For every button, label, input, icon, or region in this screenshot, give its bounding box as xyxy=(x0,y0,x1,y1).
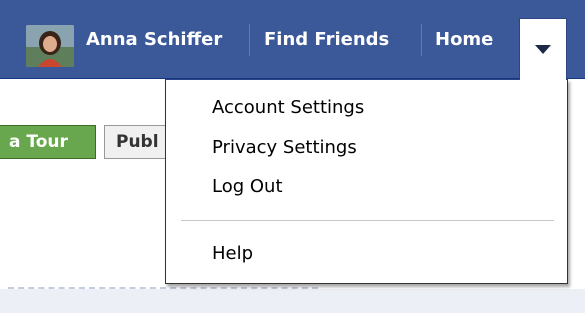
find-friends-link[interactable]: Find Friends xyxy=(264,0,389,78)
menu-item-privacy-settings[interactable]: Privacy Settings xyxy=(212,133,357,163)
profile-name-link[interactable]: Anna Schiffer xyxy=(86,0,222,78)
content-strip xyxy=(0,289,585,313)
take-tour-button[interactable]: a Tour xyxy=(0,125,96,159)
top-navigation-bar: Anna Schiffer Find Friends Home xyxy=(0,0,585,79)
account-menu-toggle[interactable] xyxy=(519,18,567,80)
account-dropdown-menu: Account Settings Privacy Settings Log Ou… xyxy=(165,79,568,284)
menu-divider xyxy=(181,220,554,221)
menu-item-log-out[interactable]: Log Out xyxy=(212,172,283,202)
avatar-image xyxy=(26,25,74,67)
profile-avatar[interactable] xyxy=(26,25,74,67)
triangle-down-icon xyxy=(535,45,551,54)
menu-item-help[interactable]: Help xyxy=(212,239,253,269)
nav-separator xyxy=(249,24,250,56)
nav-separator xyxy=(421,24,422,56)
home-link[interactable]: Home xyxy=(435,0,493,78)
menu-item-account-settings[interactable]: Account Settings xyxy=(212,93,364,123)
